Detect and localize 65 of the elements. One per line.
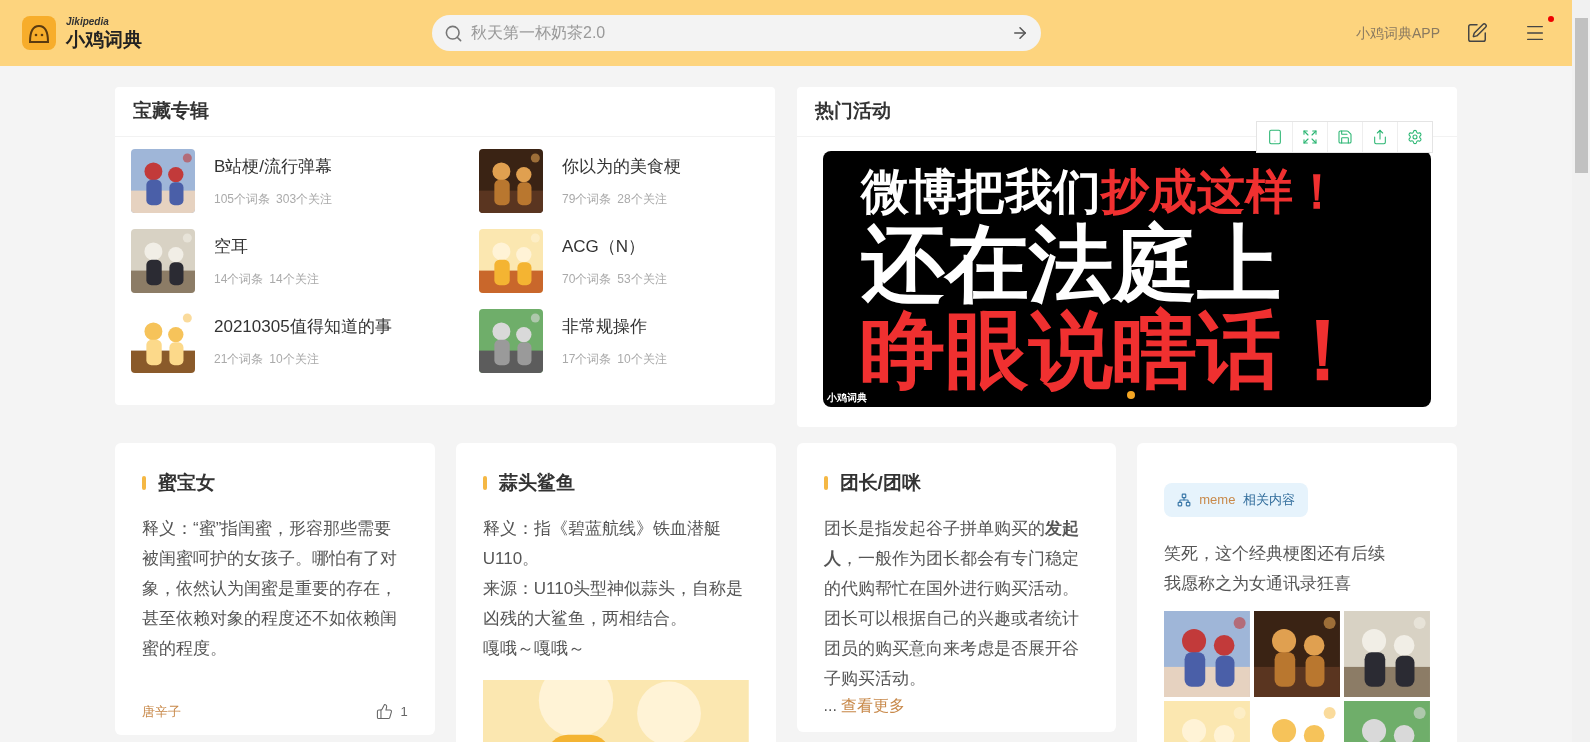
card-title: 团长/团咪 xyxy=(839,471,921,495)
logo-subtitle: Jikipedia xyxy=(66,17,110,27)
edit-icon[interactable] xyxy=(1466,22,1488,44)
collection-item[interactable]: B站梗/流行弹幕 105个词条 303个关注 xyxy=(131,149,479,213)
definition-text: 团长是指发起谷子拼单购买的发起人，一般作为团长都会有专门稳定的代购帮忙在国外进行购买活动。团长可以根据自己的兴趣或者统计团员的购买意向来考虑是否展开谷子购买活动。 xyxy=(823,517,1080,690)
definition-text: 来源：U110头型神似蒜头，自称是凶残的大鲨鱼，两相结合。 xyxy=(482,577,745,630)
search-field[interactable]: 秋天第一杯奶茶2.0 xyxy=(432,15,1041,51)
collection-item[interactable]: 非常规操作 17个词条 10个关注 xyxy=(479,309,759,373)
collection-name: B站梗/流行弹幕 xyxy=(214,156,333,179)
follower-count: 14个关注 xyxy=(269,270,319,288)
collection-item[interactable]: 你以为的美食梗 79个词条 28个关注 xyxy=(479,149,759,213)
banner-headline: 还在法庭上 xyxy=(861,221,1281,307)
thumbs-up-icon xyxy=(375,702,393,720)
branch-icon xyxy=(1177,492,1192,507)
collection-name: 空耳 xyxy=(214,236,249,259)
entry-count: 70个词条 xyxy=(562,270,612,288)
follower-count: 10个关注 xyxy=(617,350,667,368)
definition-text: 释义：指《碧蓝航线》铁血潜艇U110。 xyxy=(482,517,722,570)
ellipsis-text: ... xyxy=(823,695,837,716)
title-accent xyxy=(823,476,828,491)
banner-headline: 睁眼说瞎话！ xyxy=(861,307,1365,393)
collection-item[interactable]: 空耳 14个词条 14个关注 xyxy=(131,229,479,293)
card-title: 蒜头鲨鱼 xyxy=(498,471,575,495)
follower-count: 303个关注 xyxy=(276,190,333,208)
tablet-icon[interactable] xyxy=(1266,129,1283,145)
tag-topic: meme xyxy=(1199,491,1236,509)
banner-headline: 微博把我们 xyxy=(861,164,1101,220)
save-icon[interactable] xyxy=(1337,129,1353,145)
card-title: 蜜宝女 xyxy=(158,471,215,495)
entry-count: 105个词条 xyxy=(214,190,271,208)
section-title: 宝藏专辑 xyxy=(133,99,209,124)
collection-item[interactable]: ACG（N） 70个词条 53个关注 xyxy=(479,229,759,293)
share-icon[interactable] xyxy=(1372,129,1388,145)
entry-count: 14个词条 xyxy=(214,270,264,288)
collection-name: ACG（N） xyxy=(562,236,647,259)
expand-icon[interactable] xyxy=(1302,129,1318,145)
like-button[interactable]: 1 xyxy=(375,701,408,721)
related-tag[interactable]: meme 相关内容 xyxy=(1164,483,1309,517)
entry-count: 79个词条 xyxy=(562,190,612,208)
banner-watermark: 小鸡词典 xyxy=(827,391,867,405)
chick-logo-icon xyxy=(22,16,56,50)
title-accent xyxy=(142,476,146,491)
entry-count: 17个词条 xyxy=(562,350,612,368)
tag-label: 相关内容 xyxy=(1243,491,1296,509)
logo-text: 小鸡词典 xyxy=(66,30,142,49)
scrollbar-thumb[interactable] xyxy=(1574,18,1588,173)
banner-headline: 抄成这样！ xyxy=(1101,164,1341,220)
collection-item[interactable]: 20210305值得知道的事 21个词条 10个关注 xyxy=(131,309,479,373)
post-text: 笑死，这个经典梗图还有后续 xyxy=(1164,542,1387,565)
follower-count: 10个关注 xyxy=(269,350,319,368)
definition-text: 释义：“蜜”指闺蜜，形容那些需要被闺蜜呵护的女孩子。哪怕有了对象，依然认为闺蜜是重要的存在，甚至依赖对象的程度还不如依赖闺蜜的程度。 xyxy=(142,517,398,660)
follower-count: 28个关注 xyxy=(617,190,667,208)
collection-name: 你以为的美食梗 xyxy=(562,156,681,179)
entry-count: 21个词条 xyxy=(214,350,264,368)
post-text: 我愿称之为女通讯录狂喜 xyxy=(1164,572,1353,595)
title-accent xyxy=(482,476,487,491)
section-title: 热门活动 xyxy=(815,99,891,124)
settings-icon[interactable] xyxy=(1407,129,1423,145)
collection-name: 20210305值得知道的事 xyxy=(214,316,392,339)
arrow-right-icon[interactable] xyxy=(1011,24,1029,42)
definition-text: 嘎哦～嘎哦～ xyxy=(482,637,586,660)
search-input[interactable]: 秋天第一杯奶茶2.0 xyxy=(471,21,1003,45)
search-icon xyxy=(444,23,463,43)
collection-name: 非常规操作 xyxy=(562,316,648,339)
follower-count: 53个关注 xyxy=(617,270,667,288)
